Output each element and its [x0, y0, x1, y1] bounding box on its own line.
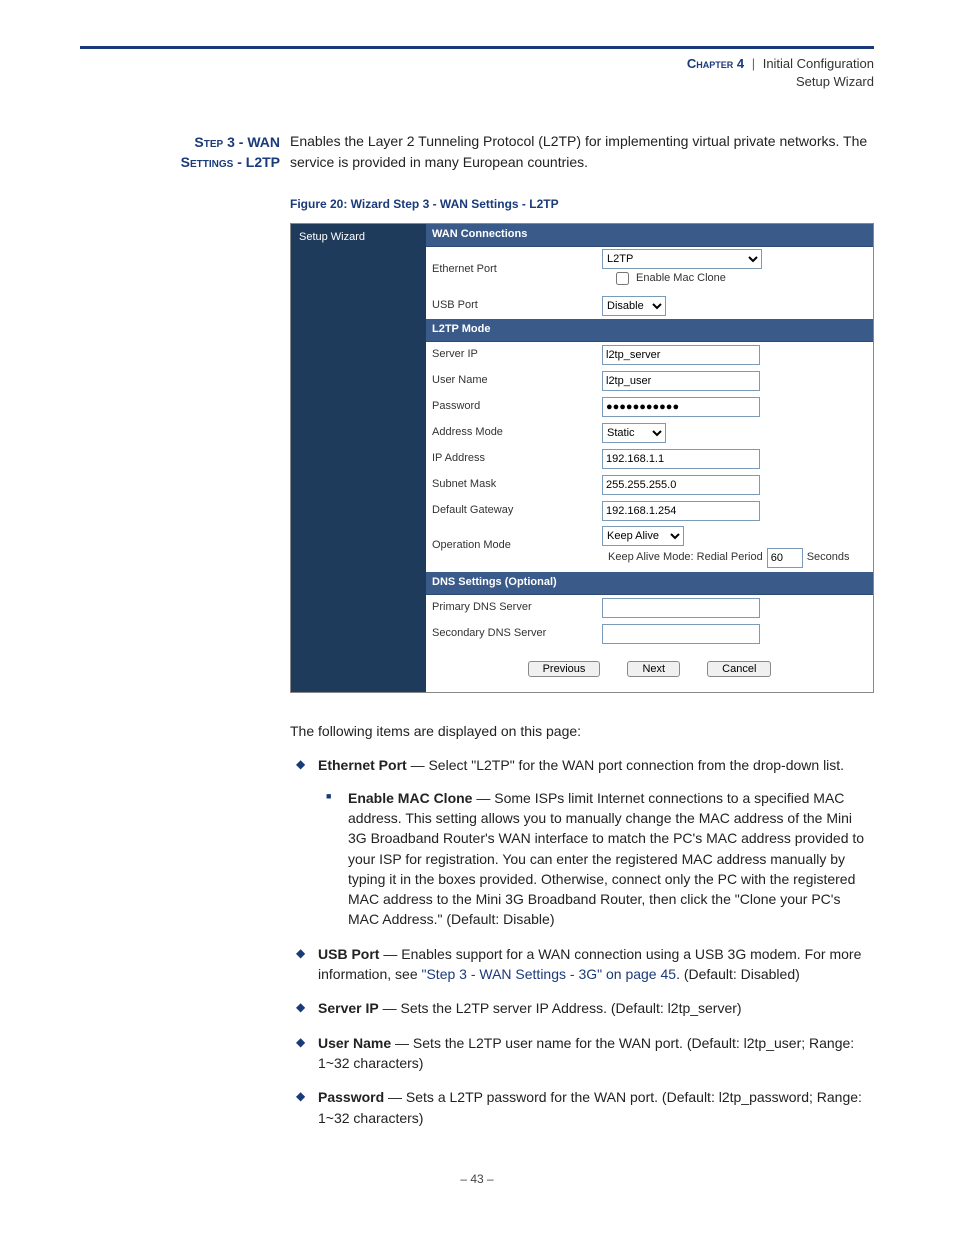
cancel-button[interactable]: Cancel — [707, 661, 771, 677]
username-label: User Name — [432, 373, 602, 389]
default-gateway-input[interactable] — [602, 501, 760, 521]
intro-paragraph: Enables the Layer 2 Tunneling Protocol (… — [290, 131, 874, 172]
password-input[interactable] — [602, 397, 760, 417]
wizard-sidebar: Setup Wizard — [291, 224, 426, 692]
usb-port-select[interactable]: Disable — [602, 296, 666, 316]
keepalive-period-input[interactable] — [767, 548, 803, 568]
ethernet-port-label: Ethernet Port — [432, 262, 602, 278]
dns-settings-header: DNS Settings (Optional) — [426, 572, 873, 595]
desc-intro: The following items are displayed on thi… — [290, 721, 874, 741]
operation-mode-label: Operation Mode — [432, 526, 602, 554]
wizard-screenshot: Setup Wizard WAN Connections Ethernet Po… — [290, 223, 874, 693]
item-ethernet-port: Ethernet Port — Select "L2TP" for the WA… — [318, 755, 874, 929]
secondary-dns-input[interactable] — [602, 624, 760, 644]
sidebar-title: Setup Wizard — [299, 231, 365, 243]
header-title: Initial Configuration — [763, 56, 874, 71]
keepalive-suffix: Seconds — [807, 550, 850, 566]
item-enable-mac-clone: Enable MAC Clone — Some ISPs limit Inter… — [348, 788, 874, 930]
ip-address-input[interactable] — [602, 449, 760, 469]
secondary-dns-label: Secondary DNS Server — [432, 626, 602, 642]
header-subtitle: Setup Wizard — [796, 74, 874, 89]
address-mode-label: Address Mode — [432, 425, 602, 441]
item-password: Password — Sets a L2TP password for the … — [318, 1087, 874, 1128]
server-ip-label: Server IP — [432, 347, 602, 363]
address-mode-select[interactable]: Static — [602, 423, 666, 443]
keepalive-prefix: Keep Alive Mode: Redial Period — [608, 550, 763, 566]
ip-address-label: IP Address — [432, 451, 602, 467]
section-heading: Step 3 - WAN Settings - L2TP — [80, 131, 280, 1141]
username-input[interactable] — [602, 371, 760, 391]
ethernet-port-select[interactable]: L2TP — [602, 249, 762, 269]
enable-mac-clone-label: Enable Mac Clone — [636, 271, 726, 287]
item-server-ip: Server IP — Sets the L2TP server IP Addr… — [318, 998, 874, 1018]
wan-connections-header: WAN Connections — [426, 224, 873, 247]
page-header: Chapter 4 | Initial Configuration Setup … — [80, 49, 874, 91]
password-label: Password — [432, 399, 602, 415]
default-gateway-label: Default Gateway — [432, 503, 602, 519]
figure-caption: Figure 20: Wizard Step 3 - WAN Settings … — [290, 196, 874, 213]
header-sep: | — [748, 56, 759, 71]
enable-mac-clone-checkbox[interactable] — [616, 272, 629, 285]
usb-port-label: USB Port — [432, 298, 602, 314]
primary-dns-input[interactable] — [602, 598, 760, 618]
chapter-label: Chapter 4 — [687, 56, 744, 71]
page-number: – 43 – — [80, 1172, 874, 1186]
item-user-name: User Name — Sets the L2TP user name for … — [318, 1033, 874, 1074]
link-step3-3g[interactable]: "Step 3 - WAN Settings - 3G" on page 45 — [422, 966, 677, 982]
subnet-mask-input[interactable] — [602, 475, 760, 495]
next-button[interactable]: Next — [627, 661, 680, 677]
l2tp-mode-header: L2TP Mode — [426, 319, 873, 342]
previous-button[interactable]: Previous — [528, 661, 601, 677]
subnet-mask-label: Subnet Mask — [432, 477, 602, 493]
primary-dns-label: Primary DNS Server — [432, 600, 602, 616]
item-usb-port: USB Port — Enables support for a WAN con… — [318, 944, 874, 985]
server-ip-input[interactable] — [602, 345, 760, 365]
operation-mode-select[interactable]: Keep Alive — [602, 526, 684, 546]
